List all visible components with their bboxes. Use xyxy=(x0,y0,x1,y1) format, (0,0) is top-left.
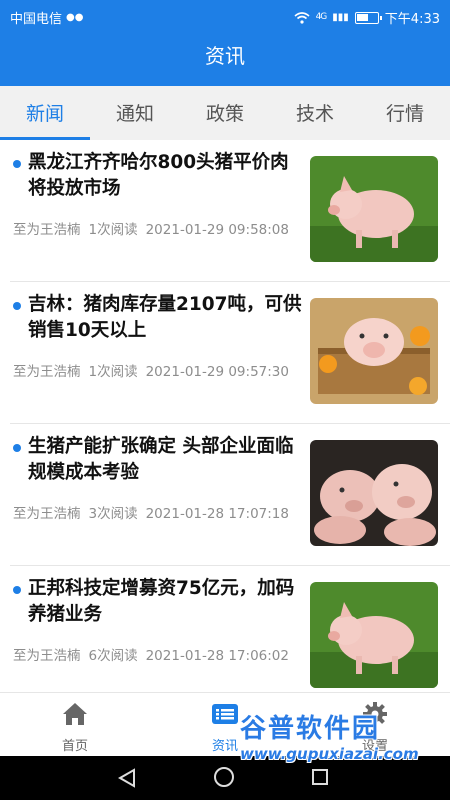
watermark-logo: 谷普软件园 xyxy=(240,714,381,744)
signal-label: 4G xyxy=(315,12,328,22)
tab-notice[interactable]: 通知 xyxy=(90,86,180,140)
news-author: 至为王浩楠 xyxy=(13,222,81,238)
carrier-label: 中国电信 xyxy=(10,12,63,27)
news-meta: 至为王浩楠 6次阅读 2021-01-28 17:06:02 xyxy=(13,644,297,664)
tab-technology[interactable]: 技术 xyxy=(270,86,360,140)
page-title: 资讯 xyxy=(205,44,245,68)
category-tabs: 新闻 通知 政策 技术 行情 xyxy=(0,86,450,140)
bullet-dot xyxy=(13,444,21,452)
news-time: 2021-01-29 09:57:30 xyxy=(145,364,289,380)
news-meta: 至为王浩楠 1次阅读 2021-01-29 09:57:30 xyxy=(13,360,297,380)
watermark-url: www.gupuxiazai.com xyxy=(240,745,419,763)
home-button-icon[interactable] xyxy=(214,767,234,787)
home-icon xyxy=(63,703,87,725)
news-item[interactable]: 吉林：猪肉库存量2107吨，可供销售10天以上 至为王浩楠 1次阅读 2021-01… xyxy=(10,282,450,424)
bullet-dot xyxy=(13,586,21,594)
news-item[interactable]: 正邦科技定增募资75亿元，加码养猪业务 至为王浩楠 6次阅读 2021-01-28 … xyxy=(10,566,450,692)
news-author: 至为王浩楠 xyxy=(13,364,81,380)
back-icon[interactable] xyxy=(118,768,136,788)
news-reads: 1次阅读 xyxy=(88,364,138,380)
news-item[interactable]: 黑龙江齐齐哈尔800头猪平价肉将投放市场 至为王浩楠 1次阅读 2021-01-29… xyxy=(10,140,450,282)
news-thumbnail[interactable] xyxy=(310,582,438,688)
news-title[interactable]: 生猪产能扩张确定 头部企业面临规模成本考验 xyxy=(28,434,303,486)
news-item[interactable]: 生猪产能扩张确定 头部企业面临规模成本考验 至为王浩楠 3次阅读 2021-01-2… xyxy=(10,424,450,566)
watermark: 谷普软件园 www.gupuxiazai.com xyxy=(240,708,450,778)
news-thumbnail[interactable] xyxy=(310,440,438,546)
signal-bars-icon: ▮▮▮ xyxy=(332,12,349,23)
news-author: 至为王浩楠 xyxy=(13,506,81,522)
bullet-dot xyxy=(13,302,21,310)
news-author: 至为王浩楠 xyxy=(13,648,81,664)
news-list: 黑龙江齐齐哈尔800头猪平价肉将投放市场 至为王浩楠 1次阅读 2021-01-29… xyxy=(0,140,450,692)
tab-news[interactable]: 新闻 xyxy=(0,86,90,140)
news-thumbnail[interactable] xyxy=(310,156,438,262)
wifi-icon xyxy=(294,11,310,24)
news-meta: 至为王浩楠 3次阅读 2021-01-28 17:07:18 xyxy=(13,502,297,522)
news-time: 2021-01-29 09:58:08 xyxy=(145,222,289,238)
news-title[interactable]: 正邦科技定增募资75亿元，加码养猪业务 xyxy=(28,576,303,628)
app-header: 中国电信 ●● 4G ▮▮▮ 下午4:33 资讯 xyxy=(0,0,450,86)
bullet-dot xyxy=(13,160,21,168)
news-meta: 至为王浩楠 1次阅读 2021-01-29 09:58:08 xyxy=(13,218,297,238)
clock: 下午4:33 xyxy=(384,12,440,27)
news-title[interactable]: 黑龙江齐齐哈尔800头猪平价肉将投放市场 xyxy=(28,150,303,202)
news-icon xyxy=(212,704,238,724)
battery-icon xyxy=(354,11,382,24)
news-thumbnail[interactable] xyxy=(310,298,438,404)
wechat-icon: ●● xyxy=(66,12,84,23)
tab-market[interactable]: 行情 xyxy=(360,86,450,140)
nav-home[interactable]: 首页 xyxy=(0,693,150,756)
news-reads: 3次阅读 xyxy=(88,506,138,522)
news-time: 2021-01-28 17:07:18 xyxy=(145,506,289,522)
news-time: 2021-01-28 17:06:02 xyxy=(145,648,289,664)
tab-policy[interactable]: 政策 xyxy=(180,86,270,140)
news-title[interactable]: 吉林：猪肉库存量2107吨，可供销售10天以上 xyxy=(28,292,303,344)
status-bar: 中国电信 ●● 4G ▮▮▮ 下午4:33 xyxy=(0,0,450,30)
news-reads: 1次阅读 xyxy=(88,222,138,238)
news-reads: 6次阅读 xyxy=(88,648,138,664)
nav-home-label: 首页 xyxy=(61,739,88,754)
